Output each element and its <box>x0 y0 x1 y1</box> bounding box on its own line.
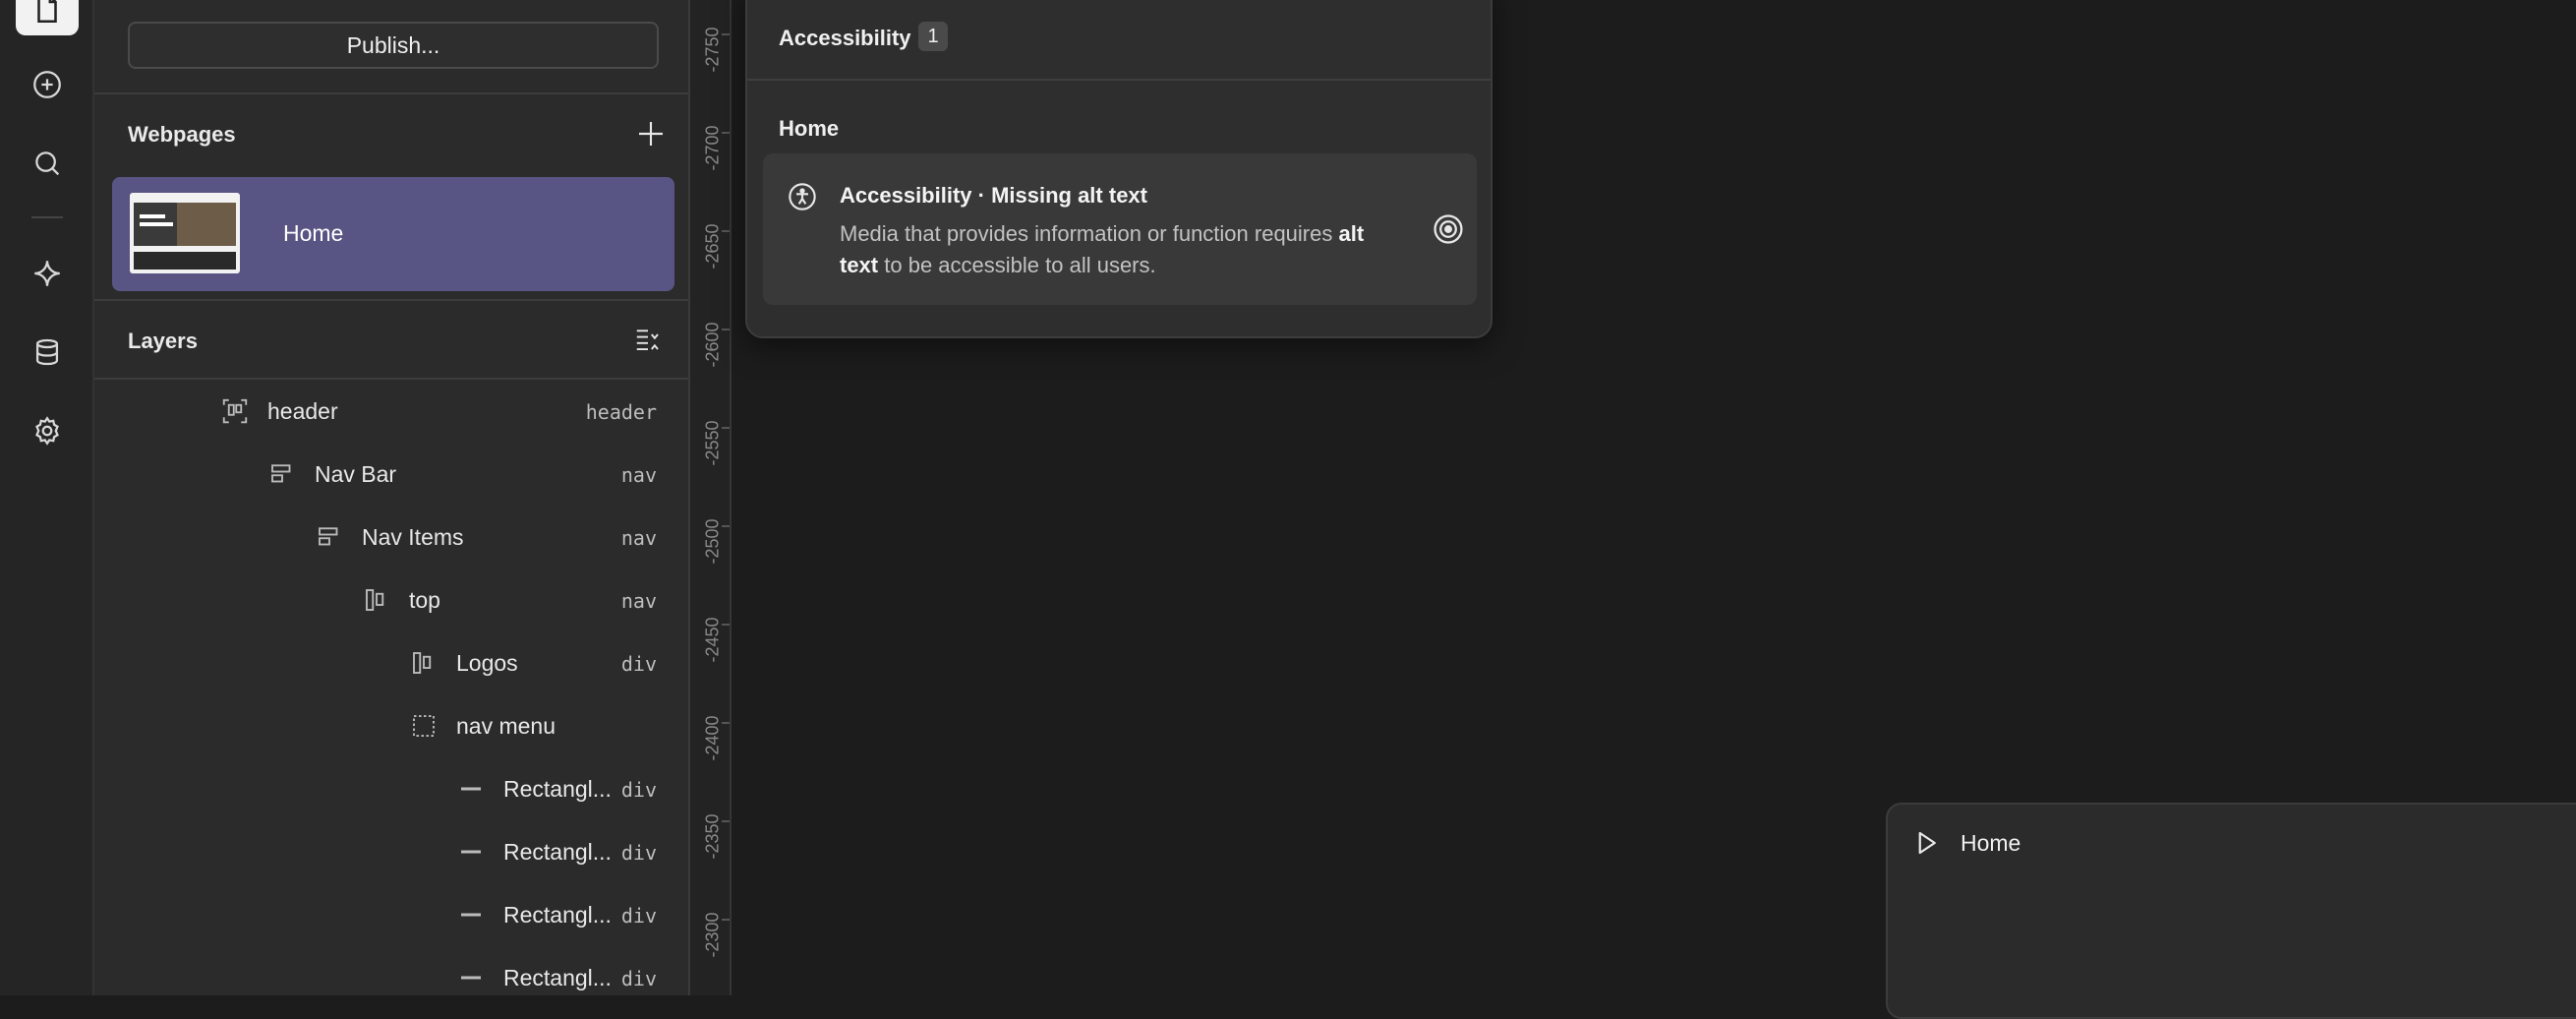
layer-row[interactable]: nav menu <box>94 694 690 757</box>
sparkle-icon <box>34 261 60 286</box>
preview-page-label: Home <box>1961 830 2021 856</box>
database-icon <box>35 338 59 366</box>
ruler-label: -2450 <box>702 617 723 663</box>
columns-icon <box>366 589 384 611</box>
accessibility-panel: Accessibility 1 Home Accessibility · Mis… <box>745 0 1493 338</box>
gear-icon <box>35 416 59 446</box>
layer-name: Rectangl... <box>503 776 612 802</box>
layer-name: Rectangl... <box>503 839 612 865</box>
page-label: Home <box>283 220 344 246</box>
layer-name: Nav Items <box>362 524 464 550</box>
layer-tag: header <box>585 400 657 424</box>
plus-circle-icon <box>33 71 61 98</box>
layer-tag: nav <box>620 463 657 487</box>
ruler-label: -2300 <box>702 912 723 958</box>
ruler-label: -2600 <box>702 322 723 368</box>
accessibility-title: Accessibility <box>779 26 911 50</box>
ruler-label: -2350 <box>702 813 723 860</box>
layer-tag: div <box>620 904 657 928</box>
layer-row[interactable]: Logos div <box>94 631 690 694</box>
ruler-label: -2550 <box>702 420 723 466</box>
layer-name: top <box>409 587 440 613</box>
rail-divider <box>31 216 63 218</box>
settings-button[interactable] <box>24 407 71 454</box>
ruler-label: -2750 <box>702 27 723 73</box>
divider <box>94 299 688 301</box>
pages-button[interactable] <box>16 0 79 35</box>
page-icon <box>37 0 57 24</box>
target-icon[interactable] <box>1432 212 1465 246</box>
layer-tag: div <box>620 967 657 990</box>
issue-count-badge: 1 <box>918 22 948 51</box>
accessibility-page-name: Home <box>779 116 840 141</box>
frame-icon <box>222 398 248 424</box>
layer-row[interactable]: header header <box>94 380 690 443</box>
layer-row[interactable]: Rectangl... div <box>94 757 690 820</box>
layer-name: header <box>267 398 338 424</box>
ruler-label: -2700 <box>702 125 723 171</box>
layer-name: nav menu <box>456 713 556 739</box>
layer-row[interactable]: Rectangl... div <box>94 946 690 995</box>
issue-description: Media that provides information or funct… <box>840 221 1365 277</box>
columns-icon <box>413 652 432 674</box>
preview-panel: Home <box>1886 803 2576 1019</box>
layer-name: Logos <box>456 650 518 676</box>
layer-row[interactable]: top nav <box>94 569 690 631</box>
rectangle-icon <box>461 976 481 980</box>
layer-name: Rectangl... <box>503 902 612 928</box>
components-button[interactable] <box>24 250 71 297</box>
rectangle-icon <box>461 913 481 917</box>
layer-tag: nav <box>620 589 657 613</box>
divider <box>94 92 688 94</box>
search-icon <box>35 151 60 176</box>
ruler-label: -2650 <box>702 223 723 270</box>
stack-icon <box>271 464 291 483</box>
dashed-box-icon <box>413 715 435 737</box>
publish-button[interactable]: Publish... <box>128 22 659 69</box>
layer-options-icon[interactable] <box>633 325 663 354</box>
play-icon[interactable] <box>1911 828 1941 858</box>
page-item-home[interactable]: Home <box>112 177 674 291</box>
layer-tag: div <box>620 778 657 802</box>
search-button[interactable] <box>24 140 71 187</box>
layers-title: Layers <box>128 329 198 353</box>
accessibility-icon <box>789 183 816 210</box>
ruler-label: -2500 <box>702 518 723 565</box>
layer-row[interactable]: Nav Items nav <box>94 506 690 569</box>
layer-row[interactable]: Nav Bar nav <box>94 443 690 506</box>
layer-name: Rectangl... <box>503 965 612 990</box>
layer-name: Nav Bar <box>315 461 397 487</box>
add-page-icon[interactable] <box>635 118 667 150</box>
data-button[interactable] <box>24 329 71 376</box>
ruler-label: -2400 <box>702 715 723 761</box>
layer-tag: div <box>620 841 657 865</box>
rectangle-icon <box>461 787 481 791</box>
add-button[interactable] <box>24 61 71 108</box>
rectangle-icon <box>461 850 481 854</box>
left-panel: Publish... Webpages Home Layers header h… <box>94 0 690 995</box>
layer-tag: nav <box>620 526 657 550</box>
accessibility-issue[interactable]: Accessibility · Missing alt text Media t… <box>763 153 1477 305</box>
layer-row[interactable]: Rectangl... div <box>94 820 690 883</box>
vertical-ruler: -2750 -2700 -2650 -2600 -2550 -2500 -245… <box>690 0 732 995</box>
stack-icon <box>319 527 338 546</box>
page-thumbnail <box>130 193 240 273</box>
layer-row[interactable]: Rectangl... div <box>94 883 690 946</box>
webpages-title: Webpages <box>128 122 236 147</box>
issue-title: Accessibility · Missing alt text <box>840 183 1147 208</box>
layer-tag: div <box>620 652 657 676</box>
divider <box>747 79 1491 81</box>
left-toolbar <box>0 0 94 995</box>
